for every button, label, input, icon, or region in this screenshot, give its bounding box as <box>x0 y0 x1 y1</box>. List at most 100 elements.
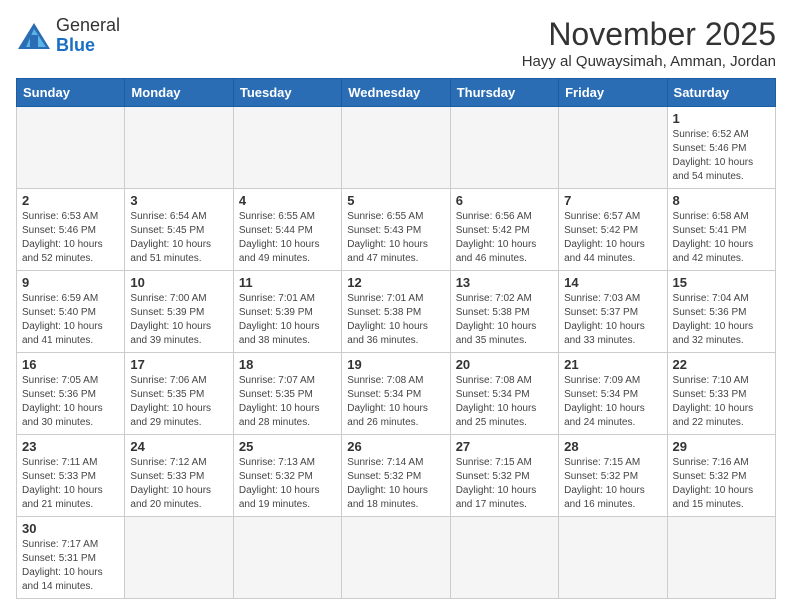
day-info: Sunrise: 7:15 AM Sunset: 5:32 PM Dayligh… <box>564 456 661 512</box>
calendar-cell <box>125 517 233 599</box>
calendar-cell: 1Sunrise: 6:52 AM Sunset: 5:46 PM Daylig… <box>667 107 775 189</box>
week-row-5: 23 Sunrise: 7:11 AM Sunset: 5:33 PM Dayli… <box>17 435 776 517</box>
calendar-cell: 13Sunrise: 7:02 AM Sunset: 5:38 PM Dayli… <box>450 271 558 353</box>
day-number: 28 <box>564 439 661 454</box>
logo-blue: Blue <box>56 35 95 55</box>
day-number: 6 <box>456 193 553 208</box>
calendar-cell: 17 Sunrise: 7:06 AM Sunset: 5:35 PM Dayli… <box>125 353 233 435</box>
calendar-cell: 9 Sunrise: 6:59 AM Sunset: 5:40 PM Daylig… <box>17 271 125 353</box>
day-info: Sunrise: 7:01 AM Sunset: 5:38 PM Dayligh… <box>347 292 444 348</box>
calendar-cell <box>559 107 667 189</box>
day-info: Sunrise: 7:11 AM Sunset: 5:33 PM Dayligh… <box>22 456 119 512</box>
day-number: 24 <box>130 439 227 454</box>
location-title: Hayy al Quwaysimah, Amman, Jordan <box>522 53 776 70</box>
calendar-cell: 5Sunrise: 6:55 AM Sunset: 5:43 PM Daylig… <box>342 189 450 271</box>
week-row-6: 30 Sunrise: 7:17 AM Sunset: 5:31 PM Dayli… <box>17 517 776 599</box>
calendar-cell: 23 Sunrise: 7:11 AM Sunset: 5:33 PM Dayli… <box>17 435 125 517</box>
weekday-header-saturday: Saturday <box>667 79 775 107</box>
day-info: Sunrise: 6:58 AM Sunset: 5:41 PM Dayligh… <box>673 210 770 266</box>
calendar-cell <box>342 517 450 599</box>
weekday-header-sunday: Sunday <box>17 79 125 107</box>
day-number: 10 <box>130 275 227 290</box>
day-info: Sunrise: 6:55 AM Sunset: 5:43 PM Dayligh… <box>347 210 444 266</box>
calendar-cell <box>342 107 450 189</box>
day-info: Sunrise: 7:13 AM Sunset: 5:32 PM Dayligh… <box>239 456 336 512</box>
week-row-3: 9 Sunrise: 6:59 AM Sunset: 5:40 PM Daylig… <box>17 271 776 353</box>
day-number: 4 <box>239 193 336 208</box>
day-number: 15 <box>673 275 770 290</box>
calendar-cell: 7 Sunrise: 6:57 AM Sunset: 5:42 PM Daylig… <box>559 189 667 271</box>
week-row-1: 1Sunrise: 6:52 AM Sunset: 5:46 PM Daylig… <box>17 107 776 189</box>
day-number: 19 <box>347 357 444 372</box>
week-row-2: 2Sunrise: 6:53 AM Sunset: 5:46 PM Daylig… <box>17 189 776 271</box>
day-info: Sunrise: 7:03 AM Sunset: 5:37 PM Dayligh… <box>564 292 661 348</box>
logo-text: General Blue <box>56 16 120 56</box>
calendar-cell: 20 Sunrise: 7:08 AM Sunset: 5:34 PM Dayli… <box>450 353 558 435</box>
calendar-cell: 4 Sunrise: 6:55 AM Sunset: 5:44 PM Daylig… <box>233 189 341 271</box>
weekday-header-row: SundayMondayTuesdayWednesdayThursdayFrid… <box>17 79 776 107</box>
day-info: Sunrise: 7:09 AM Sunset: 5:34 PM Dayligh… <box>564 374 661 430</box>
header: General Blue November 2025 Hayy al Quway… <box>16 16 776 70</box>
day-number: 16 <box>22 357 119 372</box>
day-number: 7 <box>564 193 661 208</box>
calendar-cell <box>667 517 775 599</box>
calendar-cell <box>125 107 233 189</box>
logo-general: General <box>56 15 120 35</box>
calendar-cell: 21Sunrise: 7:09 AM Sunset: 5:34 PM Dayli… <box>559 353 667 435</box>
calendar-cell: 3Sunrise: 6:54 AM Sunset: 5:45 PM Daylig… <box>125 189 233 271</box>
day-number: 3 <box>130 193 227 208</box>
day-info: Sunrise: 6:57 AM Sunset: 5:42 PM Dayligh… <box>564 210 661 266</box>
calendar-cell <box>233 517 341 599</box>
day-number: 1 <box>673 111 770 126</box>
day-info: Sunrise: 7:04 AM Sunset: 5:36 PM Dayligh… <box>673 292 770 348</box>
day-info: Sunrise: 7:14 AM Sunset: 5:32 PM Dayligh… <box>347 456 444 512</box>
day-info: Sunrise: 6:55 AM Sunset: 5:44 PM Dayligh… <box>239 210 336 266</box>
day-info: Sunrise: 7:15 AM Sunset: 5:32 PM Dayligh… <box>456 456 553 512</box>
day-info: Sunrise: 7:00 AM Sunset: 5:39 PM Dayligh… <box>130 292 227 348</box>
day-number: 2 <box>22 193 119 208</box>
day-info: Sunrise: 7:05 AM Sunset: 5:36 PM Dayligh… <box>22 374 119 430</box>
calendar-cell: 27 Sunrise: 7:15 AM Sunset: 5:32 PM Dayli… <box>450 435 558 517</box>
day-number: 27 <box>456 439 553 454</box>
day-info: Sunrise: 7:12 AM Sunset: 5:33 PM Dayligh… <box>130 456 227 512</box>
day-number: 22 <box>673 357 770 372</box>
calendar-cell: 8Sunrise: 6:58 AM Sunset: 5:41 PM Daylig… <box>667 189 775 271</box>
day-number: 25 <box>239 439 336 454</box>
calendar-cell: 12 Sunrise: 7:01 AM Sunset: 5:38 PM Dayli… <box>342 271 450 353</box>
calendar-cell: 28 Sunrise: 7:15 AM Sunset: 5:32 PM Dayli… <box>559 435 667 517</box>
calendar-table: SundayMondayTuesdayWednesdayThursdayFrid… <box>16 78 776 599</box>
week-row-4: 16 Sunrise: 7:05 AM Sunset: 5:36 PM Dayli… <box>17 353 776 435</box>
calendar-cell <box>17 107 125 189</box>
day-info: Sunrise: 7:08 AM Sunset: 5:34 PM Dayligh… <box>456 374 553 430</box>
weekday-header-wednesday: Wednesday <box>342 79 450 107</box>
calendar-cell <box>450 517 558 599</box>
calendar-cell: 25 Sunrise: 7:13 AM Sunset: 5:32 PM Dayli… <box>233 435 341 517</box>
calendar-cell: 18 Sunrise: 7:07 AM Sunset: 5:35 PM Dayli… <box>233 353 341 435</box>
day-info: Sunrise: 7:01 AM Sunset: 5:39 PM Dayligh… <box>239 292 336 348</box>
day-number: 12 <box>347 275 444 290</box>
day-number: 20 <box>456 357 553 372</box>
day-number: 30 <box>22 521 119 536</box>
day-info: Sunrise: 7:10 AM Sunset: 5:33 PM Dayligh… <box>673 374 770 430</box>
day-info: Sunrise: 7:07 AM Sunset: 5:35 PM Dayligh… <box>239 374 336 430</box>
calendar-cell: 16 Sunrise: 7:05 AM Sunset: 5:36 PM Dayli… <box>17 353 125 435</box>
calendar-cell <box>233 107 341 189</box>
day-number: 17 <box>130 357 227 372</box>
day-info: Sunrise: 7:16 AM Sunset: 5:32 PM Dayligh… <box>673 456 770 512</box>
day-info: Sunrise: 7:08 AM Sunset: 5:34 PM Dayligh… <box>347 374 444 430</box>
logo: General Blue <box>16 16 120 56</box>
day-number: 29 <box>673 439 770 454</box>
day-number: 18 <box>239 357 336 372</box>
calendar-cell: 10 Sunrise: 7:00 AM Sunset: 5:39 PM Dayli… <box>125 271 233 353</box>
day-number: 9 <box>22 275 119 290</box>
calendar-cell: 22 Sunrise: 7:10 AM Sunset: 5:33 PM Dayli… <box>667 353 775 435</box>
day-info: Sunrise: 7:17 AM Sunset: 5:31 PM Dayligh… <box>22 538 119 594</box>
month-title: November 2025 <box>522 16 776 53</box>
day-info: Sunrise: 6:56 AM Sunset: 5:42 PM Dayligh… <box>456 210 553 266</box>
day-info: Sunrise: 7:06 AM Sunset: 5:35 PM Dayligh… <box>130 374 227 430</box>
day-number: 14 <box>564 275 661 290</box>
calendar-cell: 30 Sunrise: 7:17 AM Sunset: 5:31 PM Dayli… <box>17 517 125 599</box>
day-info: Sunrise: 6:59 AM Sunset: 5:40 PM Dayligh… <box>22 292 119 348</box>
weekday-header-thursday: Thursday <box>450 79 558 107</box>
day-number: 23 <box>22 439 119 454</box>
